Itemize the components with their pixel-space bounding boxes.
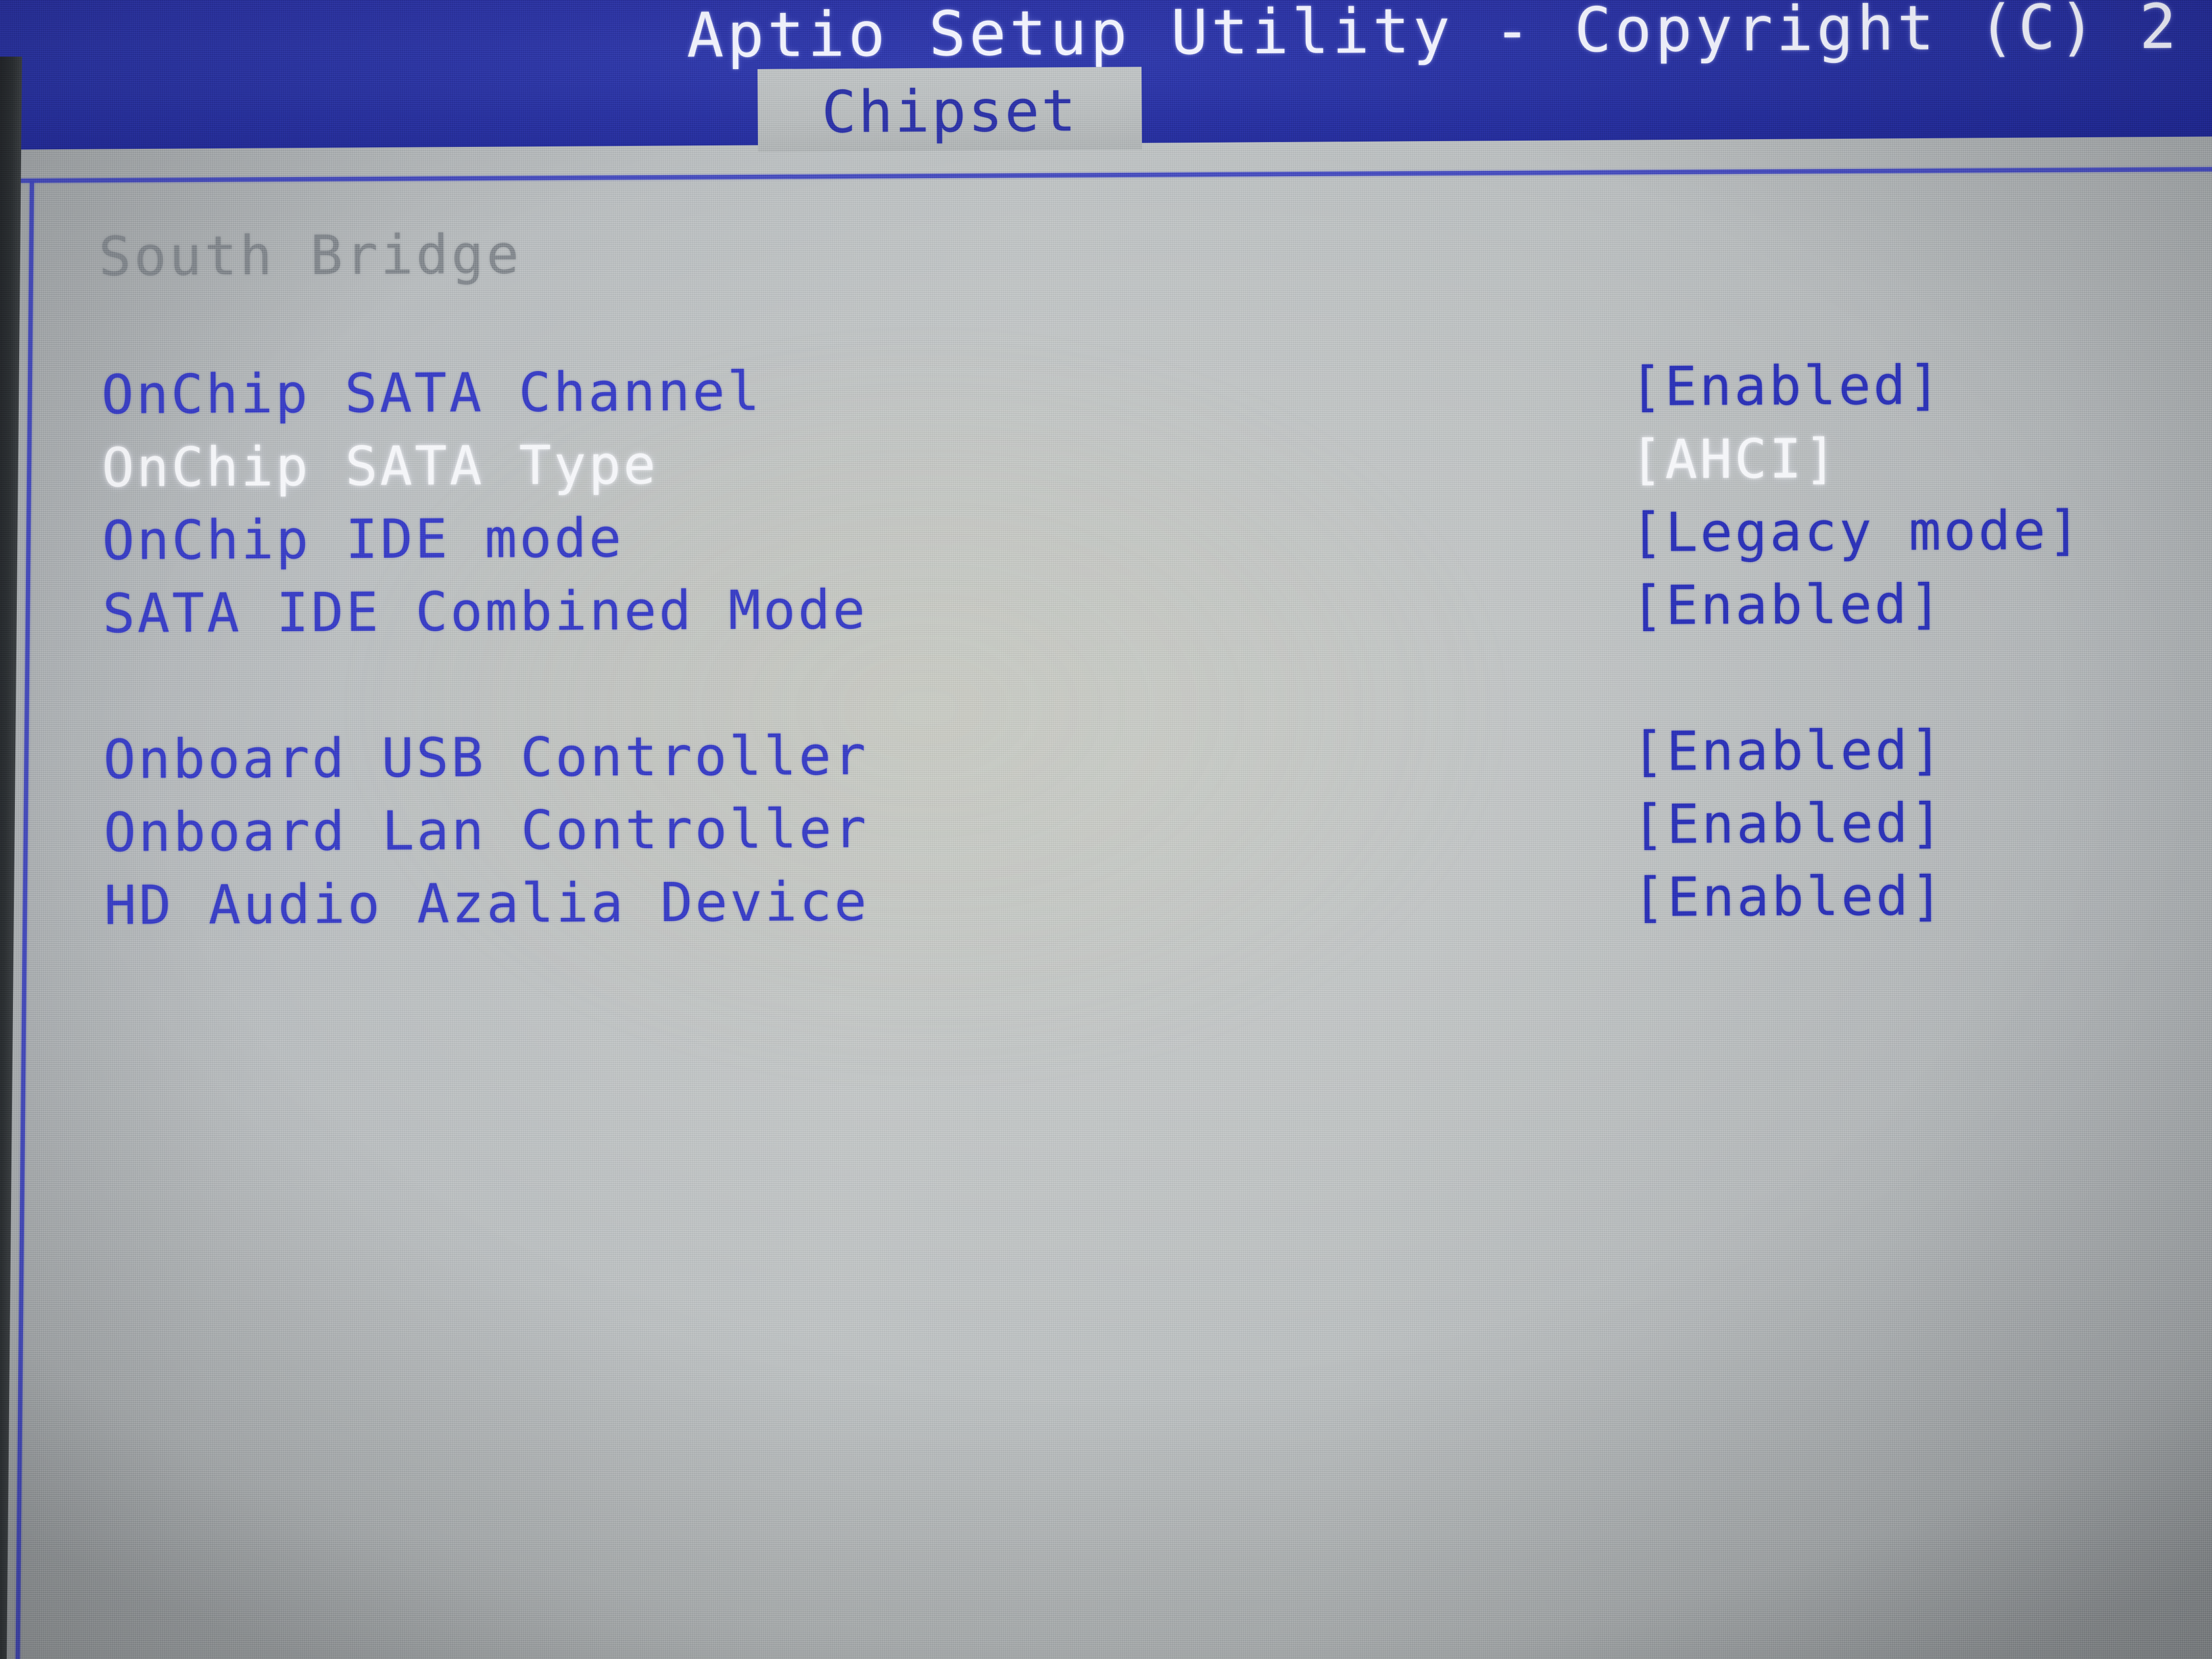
option-label: Onboard Lan Controller — [103, 797, 869, 864]
option-value[interactable]: [Enabled] — [1630, 354, 1943, 418]
option-label: SATA IDE Combined Mode — [102, 578, 868, 645]
option-row[interactable]: OnChip SATA Channel [Enabled] — [0, 354, 2210, 442]
option-value[interactable]: [Legacy mode] — [1630, 499, 2082, 564]
option-label: HD Audio Azalia Device — [104, 870, 869, 937]
option-value[interactable]: [Enabled] — [1632, 865, 1946, 929]
settings-option-list: OnChip SATA Channel [Enabled] OnChip SATA … — [0, 354, 2212, 952]
option-value[interactable]: [Enabled] — [1632, 719, 1945, 783]
option-row[interactable]: HD Audio Azalia Device [Enabled] — [0, 865, 2212, 952]
option-label: OnChip IDE mode — [102, 507, 624, 572]
settings-panel: South Bridge OnChip SATA Channel [Enabled… — [0, 0, 2212, 1659]
bios-setup-screen: Aptio Setup Utility - Copyright (C) 2 Ch… — [0, 0, 2212, 1659]
section-header-south-bridge: South Bridge — [98, 223, 522, 288]
option-label: OnChip SATA Type — [101, 433, 659, 499]
option-row[interactable]: SATA IDE Combined Mode [Enabled] — [0, 573, 2211, 661]
option-value[interactable]: [Enabled] — [1632, 792, 1946, 856]
option-value[interactable]: [AHCI] — [1630, 428, 1839, 491]
option-label: Onboard USB Controller — [103, 724, 868, 791]
option-label: OnChip SATA Channel — [101, 360, 762, 426]
option-value[interactable]: [Enabled] — [1631, 573, 1944, 637]
